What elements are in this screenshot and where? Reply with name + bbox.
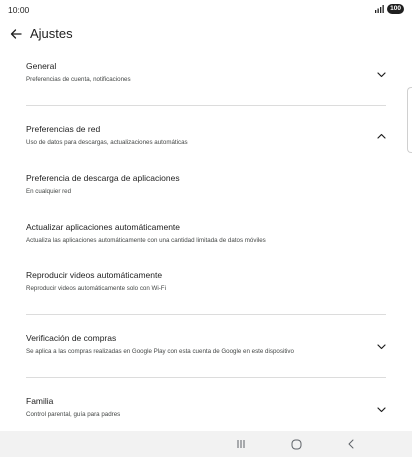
recents-icon (237, 440, 245, 448)
autoplay-title: Reproducir videos automáticamente (26, 270, 163, 280)
status-indicators: 100 (374, 4, 404, 14)
auto-update-title: Actualizar aplicaciones automáticamente (26, 222, 181, 232)
divider (26, 377, 386, 378)
chevron-down-icon (376, 407, 386, 413)
chevron-up-icon (376, 133, 386, 139)
edge-panel-handle[interactable] (407, 87, 412, 153)
battery-icon: 100 (387, 4, 404, 14)
setting-download-preference[interactable]: Preferencia de descarga de aplicaciones … (26, 173, 386, 201)
network-collapse-button[interactable] (376, 132, 386, 140)
section-network-preferences[interactable]: Preferencias de red Uso de datos para de… (26, 124, 386, 154)
section-general[interactable]: General Preferencias de cuenta, notifica… (26, 61, 386, 91)
home-button[interactable] (286, 436, 306, 452)
download-pref-value: En cualquier red (26, 188, 72, 195)
auto-update-value: Actualiza las aplicaciones automáticamen… (26, 237, 266, 244)
app-bar: Ajustes (0, 22, 412, 48)
setting-autoplay-videos[interactable]: Reproducir videos automáticamente Reprod… (26, 270, 386, 298)
signal-icon (375, 5, 384, 13)
status-time: 10:00 (8, 5, 30, 15)
back-button[interactable] (6, 24, 26, 44)
purchase-verification-title: Verificación de compras (26, 333, 117, 343)
chevron-down-icon (376, 72, 386, 78)
family-subtitle: Control parental, guía para padres (26, 411, 121, 418)
divider (26, 314, 386, 315)
general-subtitle: Preferencias de cuenta, notificaciones (26, 76, 131, 83)
divider (26, 105, 386, 106)
chevron-down-icon (376, 344, 386, 350)
status-bar: 10:00 100 (0, 0, 412, 20)
download-pref-title: Preferencia de descarga de aplicaciones (26, 173, 180, 183)
system-nav-bar (0, 431, 412, 457)
family-expand-button[interactable] (376, 406, 386, 414)
arrow-left-icon (10, 29, 22, 39)
nav-back-button[interactable] (341, 436, 361, 452)
autoplay-value: Reproducir videos automáticamente solo c… (26, 285, 166, 292)
back-icon (348, 439, 354, 449)
purchase-verification-subtitle: Se aplica a las compras realizadas en Go… (26, 348, 294, 355)
setting-auto-update[interactable]: Actualizar aplicaciones automáticamente … (26, 222, 386, 250)
purchase-verification-expand-button[interactable] (376, 343, 386, 351)
general-expand-button[interactable] (376, 71, 386, 79)
recents-button[interactable] (231, 436, 251, 452)
section-family[interactable]: Familia Control parental, guía para padr… (26, 396, 386, 426)
home-icon (291, 439, 301, 449)
family-title: Familia (26, 396, 54, 406)
page-title: Ajustes (30, 26, 73, 41)
network-title: Preferencias de red (26, 124, 101, 134)
section-purchase-verification[interactable]: Verificación de compras Se aplica a las … (26, 333, 386, 363)
network-subtitle: Uso de datos para descargas, actualizaci… (26, 139, 188, 146)
general-title: General (26, 61, 57, 71)
